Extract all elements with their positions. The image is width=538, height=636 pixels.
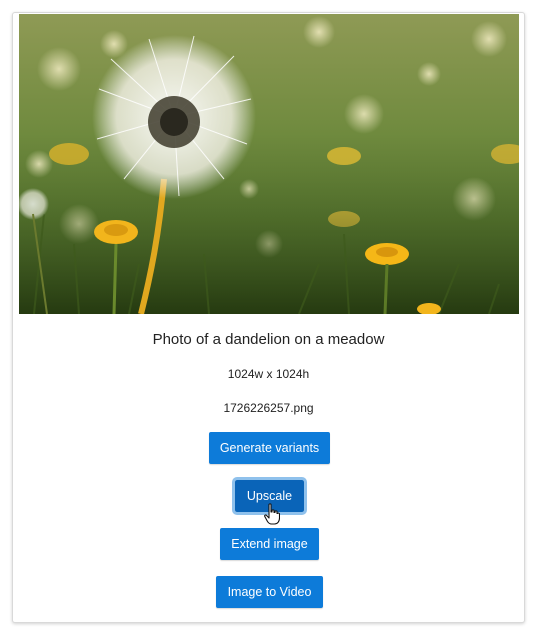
hand-pointer-icon (264, 503, 280, 525)
extend-image-button[interactable]: Extend image (220, 528, 319, 560)
dandelion-photo-illustration (19, 16, 519, 314)
image-dimensions: 1024w x 1024h (227, 367, 310, 381)
image-to-video-button[interactable]: Image to Video (216, 576, 323, 608)
image-card: Photo of a dandelion on a meadow 1024w x… (12, 12, 525, 623)
image-filename: 1726226257.png (223, 401, 314, 415)
dandelion-photo[interactable] (19, 14, 519, 314)
generate-variants-button[interactable]: Generate variants (209, 432, 330, 464)
image-caption: Photo of a dandelion on a meadow (152, 331, 385, 348)
